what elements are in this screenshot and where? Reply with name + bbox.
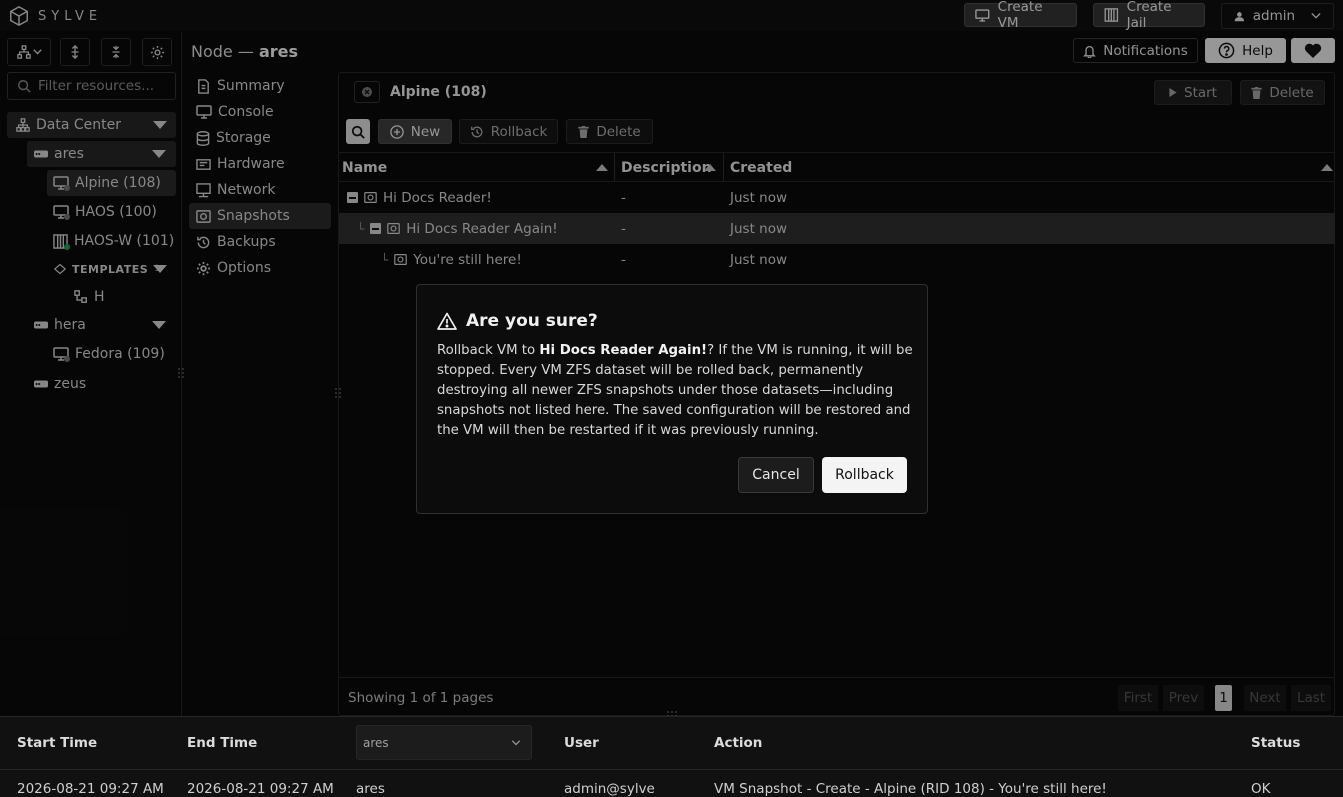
confirm-rollback-dialog: Are you sure? Rollback VM to Hi Docs Rea… [416,284,928,514]
log-user: admin@sylve [564,781,655,797]
warning-icon [437,312,457,330]
log-column-end[interactable]: End Time [187,735,257,751]
dialog-message-prefix: Rollback VM to [437,343,540,358]
log-column-start[interactable]: Start Time [17,735,97,751]
log-node-select[interactable]: ares [356,725,532,760]
confirm-rollback-button[interactable]: Rollback [822,457,907,493]
log-column-action[interactable]: Action [714,735,762,751]
dialog-message: Rollback VM to Hi Docs Reader Again!? If… [437,341,913,441]
log-node: ares [356,781,385,797]
log-end-time: 2026-08-21 09:27 AM [187,781,334,797]
log-row-divider [0,769,1343,770]
node-select-value: ares [363,735,389,750]
log-column-user[interactable]: User [564,735,599,751]
dialog-message-target: Hi Docs Reader Again! [539,343,708,358]
log-column-status[interactable]: Status [1251,735,1300,751]
dialog-title: Are you sure? [437,311,598,331]
cancel-button[interactable]: Cancel [738,457,814,493]
chevron-down-icon [511,739,521,745]
dialog-title-text: Are you sure? [466,311,598,331]
log-status: OK [1251,781,1271,797]
log-start-time: 2026-08-21 09:27 AM [17,781,164,797]
log-action: VM Snapshot - Create - Alpine (RID 108) … [714,781,1107,797]
